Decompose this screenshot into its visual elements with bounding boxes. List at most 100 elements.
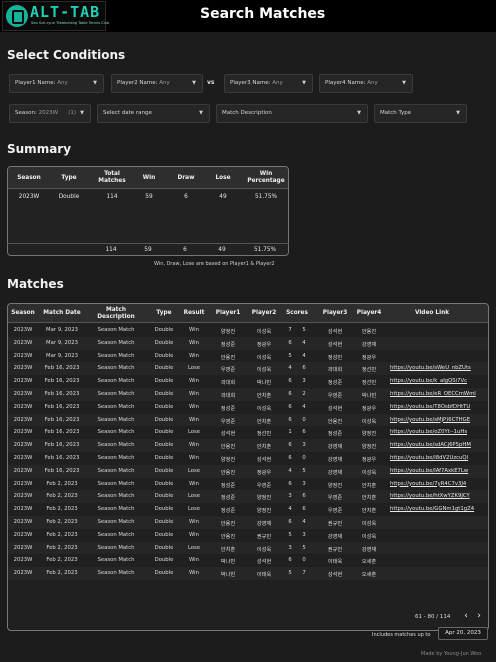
cell-score2: 6 xyxy=(302,493,306,500)
summary-col-lose[interactable]: Lose xyxy=(208,175,238,182)
cell-match-date: Feb 2, 2023 xyxy=(46,544,78,551)
date-range-select[interactable]: Select date range ▼ xyxy=(97,104,210,123)
matches-col-player1[interactable]: Player1 xyxy=(211,310,245,317)
cell-player1: 박나빈 xyxy=(220,559,236,566)
matches-col-player4[interactable]: Player4 xyxy=(352,310,386,317)
cell-score2: 3 xyxy=(302,378,306,385)
cell-video-link[interactable]: https://youtu.be/T8OsbfDHtTU xyxy=(390,404,486,410)
cell-player3: 권규민 xyxy=(327,521,343,527)
matches-col-type[interactable]: Type xyxy=(146,310,182,317)
cell-video-link[interactable]: https://youtu.be/7yR4C7v3J4 xyxy=(390,481,486,487)
caret-down-icon: ▼ xyxy=(357,110,361,116)
cell-result: Win xyxy=(189,352,199,359)
table-row: 2023W Feb 16, 2023 Season Match Double Lose 우… xyxy=(8,362,488,376)
cell-result: Win xyxy=(189,557,199,564)
matches-col-result[interactable]: Result xyxy=(180,310,208,317)
page-title: Search Matches xyxy=(200,6,326,22)
cell-result: Win xyxy=(189,416,199,423)
summary-col-season[interactable]: Season xyxy=(10,175,48,182)
table-row: 2023W Feb 16, 2023 Season Match Double Win 곽대… xyxy=(8,388,488,401)
cell-player2: 양정진 xyxy=(256,495,272,502)
cell-type: Double xyxy=(154,352,174,359)
cell-match-description: Season Match xyxy=(97,570,135,577)
matches-col-player3[interactable]: Player3 xyxy=(318,310,352,317)
cell-player1: 정성준 xyxy=(220,495,236,502)
cell-match-description: Season Match xyxy=(97,544,135,551)
player4-select[interactable]: Player4 Name: Any ▼ xyxy=(319,74,413,93)
cell-match-description: Season Match xyxy=(97,480,135,487)
cell-player1: 성석현 xyxy=(220,431,236,438)
summary-col-type[interactable]: Type xyxy=(50,175,88,182)
cell-match-date: Mar 9, 2023 xyxy=(46,352,78,359)
cell-player3: 우영준 xyxy=(327,393,343,399)
includes-date[interactable]: Apr 20, 2023 xyxy=(438,627,488,640)
matches-col-match-description[interactable]: Match Description xyxy=(90,307,142,320)
chevron-right-icon[interactable]: › xyxy=(474,610,484,622)
logo-mark-icon xyxy=(6,5,28,27)
cell-video-link[interactable]: https://youtu.be/sdACj6P5pHM xyxy=(390,442,486,448)
table-row: 2023W Feb 2, 2023 Season Match Double Win 안용진… xyxy=(8,516,488,529)
summary-col-win[interactable]: Win xyxy=(134,175,164,182)
chevron-left-icon[interactable]: ‹ xyxy=(461,610,471,622)
cell-player1: 정성준 xyxy=(220,341,236,348)
cell-player1: 양정진 xyxy=(220,329,236,335)
cell-video-link[interactable]: https://youtu.be/k_aIgQSi7Vc xyxy=(390,378,486,384)
matches-col-player2[interactable]: Player2 xyxy=(247,310,281,317)
matches-col-match-date[interactable]: Match Date xyxy=(39,310,85,317)
match-description-select[interactable]: Match Description ▼ xyxy=(216,104,368,123)
cell-match-description: Season Match xyxy=(97,339,135,346)
cell-score2: 2 xyxy=(302,391,306,397)
cell-score2: 4 xyxy=(302,339,306,346)
cell-season: 2023W xyxy=(13,544,33,551)
cell-video-link[interactable]: https://youtu.be/sWeU_nbZUts xyxy=(390,365,486,371)
table-row: 2023W Feb 2, 2023 Season Match Double Win 정성준… xyxy=(8,478,488,491)
cell-player4: 이성욱 xyxy=(361,521,377,527)
table-row: 2023W Feb 2, 2023 Season Match Double Lose 안치… xyxy=(8,541,488,555)
season-label: Season: xyxy=(15,110,37,116)
player1-select[interactable]: Player1 Name: Any ▼ xyxy=(9,74,104,93)
cell-result: Win xyxy=(189,391,199,397)
matches-col-season[interactable]: Season xyxy=(10,310,36,317)
summary-col-draw[interactable]: Draw xyxy=(170,175,202,182)
matches-col-scores[interactable]: Scores xyxy=(282,310,312,317)
match-type-select[interactable]: Match Type ▼ xyxy=(374,104,467,123)
cell-match-description: Season Match xyxy=(97,506,135,513)
player2-select[interactable]: Player2 Name: Any ▼ xyxy=(111,74,203,93)
table-row: 2023W Feb 16, 2023 Season Match Double Win 우영… xyxy=(8,413,488,427)
cell-player2: 권규민 xyxy=(256,533,272,540)
cell-player2: 이성욱 xyxy=(256,405,272,412)
table-row: 2023W Mar 9, 2023 Season Match Double Win 안용진… xyxy=(8,350,488,363)
select-conditions-title: Select Conditions xyxy=(7,48,126,62)
summary-cell-draw: 6 xyxy=(184,194,188,200)
cell-score2: 7 xyxy=(302,570,306,577)
summary-col-win-percentage[interactable]: Win Percentage xyxy=(244,171,288,184)
summary-col-total-matches[interactable]: Total Matches xyxy=(92,171,132,184)
cell-video-link[interactable]: https://youtu.be/htXwYZK9JCY xyxy=(390,493,486,499)
table-row: 2023W Mar 9, 2023 Season Match Double Win 양정진… xyxy=(8,324,488,337)
season-select[interactable]: Season: 2023W (1) ▼ xyxy=(9,104,91,123)
cell-video-link[interactable]: https://youtu.be/i8dV2UzcuQI xyxy=(390,455,486,461)
logo[interactable]: ALT-TAB Seo Suk-ryun Tteokchang Table Te… xyxy=(2,1,109,31)
cell-video-link[interactable]: https://youtu.be/lAf7AxkE7Lw xyxy=(390,468,486,474)
cell-score2: 4 xyxy=(302,403,306,410)
cell-player3: 강영재 xyxy=(327,457,343,463)
cell-score2: 4 xyxy=(302,352,306,359)
cell-video-link[interactable]: https://youtu.be/GGNm1gt1gZ4 xyxy=(390,506,486,512)
cell-player1: 우영준 xyxy=(220,418,236,425)
pagination-label: 61 - 80 / 114 xyxy=(415,614,451,620)
matches-col-video-link[interactable]: Video Link xyxy=(404,310,460,317)
cell-match-date: Feb 2, 2023 xyxy=(46,493,78,500)
cell-type: Double xyxy=(154,480,174,487)
cell-video-link[interactable]: https://youtu.be/oZ0Yt--1uHs xyxy=(390,429,486,435)
cell-season: 2023W xyxy=(13,429,33,436)
player3-select[interactable]: Player3 Name: Any ▼ xyxy=(224,74,313,93)
cell-video-link[interactable]: https://youtu.be/sMjP)6CTHGE xyxy=(390,417,486,423)
cell-type: Double xyxy=(154,339,174,346)
cell-player1: 박나빈 xyxy=(220,572,236,579)
cell-video-link[interactable]: https://youtu.be/eR_OECCmWmI xyxy=(390,391,486,397)
cell-match-description: Season Match xyxy=(97,442,135,449)
cell-match-description: Season Match xyxy=(97,365,135,372)
match-type-placeholder: Match Type xyxy=(380,110,412,116)
cell-player3: 성석현 xyxy=(327,341,343,348)
summary-cell-win: 59 xyxy=(145,194,153,200)
